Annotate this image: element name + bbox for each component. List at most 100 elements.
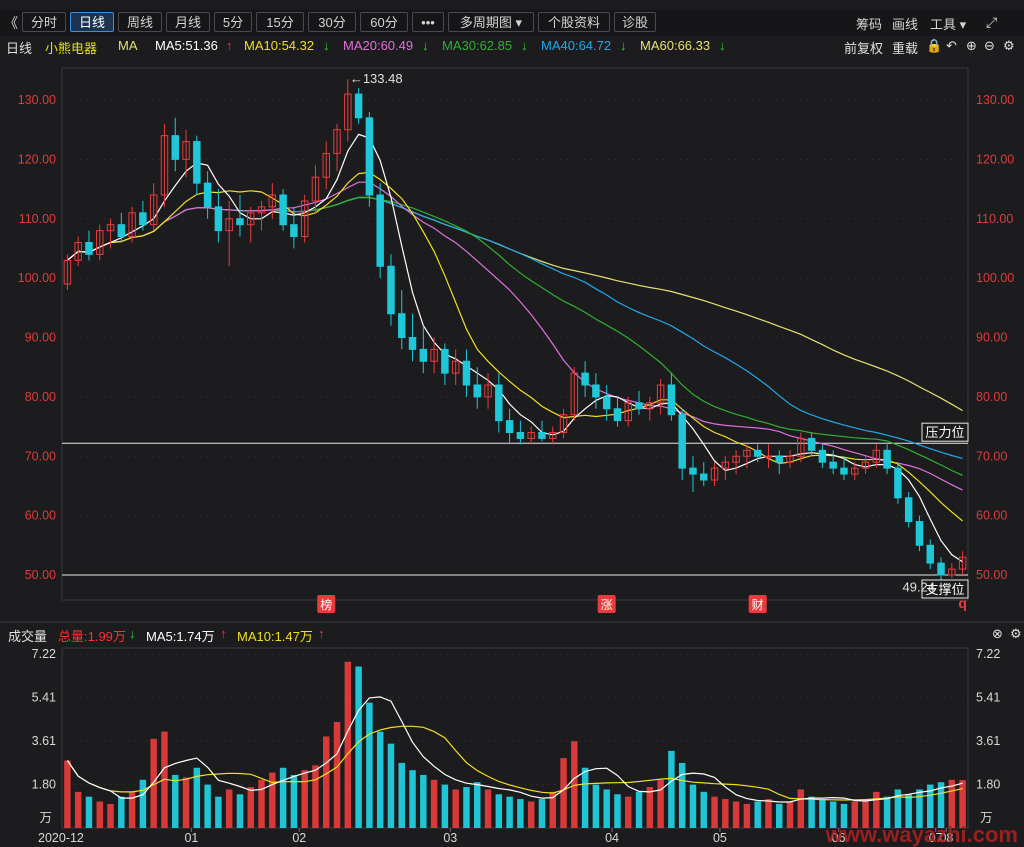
price-tick-label-left: 130.00 xyxy=(18,93,56,107)
candle-body xyxy=(926,544,934,564)
ma30-line xyxy=(67,196,963,476)
volume-bar xyxy=(711,796,718,828)
candle-body xyxy=(473,384,481,398)
price-tick-label-left: 60.00 xyxy=(25,509,56,523)
volume-bar xyxy=(538,799,546,828)
volume-bar xyxy=(592,784,600,828)
candle-body xyxy=(904,497,913,523)
candle-body xyxy=(635,402,643,410)
volume-bar xyxy=(786,801,794,828)
x-axis-label: 05 xyxy=(713,831,727,845)
price-tick-label-right: 50.00 xyxy=(976,568,1007,582)
volume-bar xyxy=(484,789,492,828)
volume-bar xyxy=(635,791,643,828)
volume-bar xyxy=(118,796,125,828)
volume-bar xyxy=(474,782,481,828)
volume-bar xyxy=(452,789,459,828)
event-marker: 榜 xyxy=(320,597,332,612)
watermark: www.wayazhi.com xyxy=(825,822,1018,847)
candle-body xyxy=(279,194,287,226)
candle-body xyxy=(365,117,374,196)
volume-bar xyxy=(430,779,438,828)
x-axis-label: 01 xyxy=(184,831,198,845)
event-marker: q xyxy=(958,595,967,611)
volume-bar xyxy=(279,767,287,828)
volume-bar xyxy=(355,666,362,828)
ma40-line xyxy=(67,196,963,460)
volume-bar xyxy=(172,774,179,828)
volume-bar xyxy=(625,796,632,828)
candle-body xyxy=(807,437,816,451)
candle-body xyxy=(915,521,924,546)
resistance-label: 压力位 xyxy=(925,425,964,440)
volume-bar xyxy=(808,796,815,828)
candle-body xyxy=(214,206,223,232)
volume-bar xyxy=(409,770,416,828)
volume-tick-label-left: 3.61 xyxy=(32,734,56,748)
volume-bar xyxy=(85,796,93,828)
candle-body xyxy=(139,212,147,226)
candle-body xyxy=(85,242,93,255)
volume-ma10-line xyxy=(66,725,963,801)
volume-bar xyxy=(668,750,675,828)
ma10-line xyxy=(67,171,963,522)
volume-bar xyxy=(657,779,664,828)
high-annotation: ←133.48 xyxy=(350,71,403,86)
price-tick-label-left: 120.00 xyxy=(18,152,56,166)
candle-body xyxy=(117,224,126,238)
volume-bar xyxy=(398,762,405,828)
volume-bar xyxy=(139,779,147,828)
volume-bar xyxy=(64,760,71,828)
volume-bar xyxy=(312,765,319,828)
price-tick-label-left: 70.00 xyxy=(25,449,56,463)
volume-bar xyxy=(290,774,298,828)
volume-bar xyxy=(333,721,341,828)
candle-body xyxy=(678,414,686,469)
volume-tick-label-right: 3.61 xyxy=(976,734,1000,748)
ma20-line xyxy=(67,181,963,491)
volume-bar xyxy=(614,794,621,828)
volume-tick-label-left: 5.41 xyxy=(32,691,56,705)
candle-body xyxy=(505,420,514,433)
candle-body xyxy=(689,467,697,475)
price-tick-label-right: 70.00 xyxy=(976,449,1007,463)
candle-body xyxy=(408,337,417,350)
candle-body xyxy=(894,467,902,499)
candle-body xyxy=(775,455,783,463)
volume-bar xyxy=(376,731,384,828)
price-tick-label-right: 90.00 xyxy=(976,331,1007,345)
event-marker: 涨 xyxy=(601,597,613,612)
volume-bar xyxy=(700,791,707,828)
candle-body xyxy=(937,562,945,576)
volume-bar xyxy=(182,777,190,828)
volume-tick-label-right: 5.41 xyxy=(976,691,1000,705)
price-tick-label-right: 130.00 xyxy=(976,93,1014,107)
chart-canvas: 130.00 130.00 120.00 120.00 110.00 110.00 100.… xyxy=(0,67,1024,847)
volume-bar xyxy=(797,789,805,828)
volume-bar xyxy=(527,801,535,828)
price-tick-label-left: 110.00 xyxy=(19,212,56,226)
candle-body xyxy=(516,432,525,439)
volume-bar xyxy=(204,784,211,828)
volume-bar xyxy=(560,758,567,828)
volume-bar xyxy=(344,661,352,828)
volume-bar xyxy=(441,784,449,828)
volume-bar xyxy=(387,743,395,828)
volume-bar xyxy=(506,796,513,828)
candle-body xyxy=(419,348,428,362)
price-tick-label-left: 80.00 xyxy=(25,390,56,404)
volume-bar xyxy=(301,770,308,828)
volume-bar xyxy=(258,779,265,828)
volume-bar xyxy=(646,787,654,828)
candle-body xyxy=(290,224,298,238)
candle-body xyxy=(387,265,395,315)
volume-bar xyxy=(689,784,697,828)
candle-body xyxy=(581,372,589,386)
volume-bar xyxy=(765,799,772,828)
candle-body xyxy=(764,455,773,458)
candle-body xyxy=(203,182,212,208)
price-tick-label-right: 100.00 xyxy=(976,271,1014,285)
event-marker: 财 xyxy=(752,598,764,612)
low-annotation: 49.24 xyxy=(902,580,935,595)
candle-body xyxy=(700,473,708,481)
